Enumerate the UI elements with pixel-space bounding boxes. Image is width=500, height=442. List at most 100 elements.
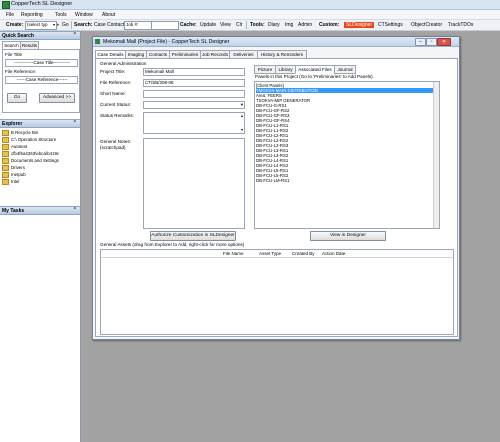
status-remarks-label: Status Remarks:: [100, 113, 134, 118]
cache-update-button[interactable]: Update: [200, 22, 216, 28]
menu-reporting[interactable]: Reporting: [21, 12, 43, 18]
scroll-down-icon[interactable]: ▾: [241, 127, 243, 133]
explorer-tree: B Recycle Bin C:\ Operation Structure Au…: [0, 128, 80, 204]
toolbar-divider: [71, 21, 72, 29]
explorer-item[interactable]: Intel: [2, 179, 19, 185]
current-status-label: Current Status:: [100, 102, 131, 107]
create-type-select[interactable]: (select typ ▾: [25, 21, 57, 30]
project-window: Mekomali Mall (Project File) - CopperTec…: [92, 36, 460, 340]
explorer-item[interactable]: Autotext: [2, 144, 27, 150]
tab-journal[interactable]: Journal: [334, 65, 356, 74]
my-tasks-title: My Tasks: [2, 208, 25, 214]
scroll-up-icon[interactable]: ▴: [241, 113, 243, 119]
close-button[interactable]: ✕: [437, 38, 451, 46]
menu-tools[interactable]: Tools: [55, 12, 67, 18]
panels-list[interactable]: [Client Panels] TMOXXX-MAIN DISTRIBUTION…: [254, 81, 440, 229]
explorer-item[interactable]: B Recycle Bin: [2, 130, 38, 136]
custom-objectcreator-button[interactable]: ObjectCreator: [411, 22, 442, 28]
tab-picture[interactable]: Picture: [254, 65, 276, 74]
explorer-item-label: Drivers: [11, 165, 25, 170]
folder-icon: [2, 130, 9, 136]
explorer-item-label: Autotext: [11, 144, 28, 149]
explorer-item[interactable]: Documents and Settings: [2, 158, 59, 164]
tools-admin-button[interactable]: Admin: [298, 22, 312, 28]
column-header[interactable]: Created By: [292, 251, 315, 256]
tab-associated-files[interactable]: Associated Files: [295, 65, 335, 74]
explorer-item[interactable]: C:\ Operation Structure: [2, 137, 56, 143]
tab-library[interactable]: Library: [275, 65, 296, 74]
explorer-item-label: Intel: [11, 179, 20, 184]
general-notes-label: General Notes: (scratchpad): [100, 139, 131, 150]
file-reference-label: File Reference:: [5, 69, 37, 74]
general-assets-caption: General Assets (drag from Explorer to Ad…: [100, 242, 245, 247]
menu-about[interactable]: About: [102, 12, 115, 18]
tools-diary-button[interactable]: Diary: [268, 22, 280, 28]
collapse-icon[interactable]: ⌃: [73, 32, 77, 38]
quick-search-panel: File Title -------------Case Title------…: [2, 49, 80, 113]
quick-search-go-button[interactable]: Go: [7, 93, 27, 103]
folder-icon: [2, 151, 9, 157]
explorer-item[interactable]: Drivers: [2, 165, 25, 171]
folder-icon: [2, 137, 9, 143]
explorer-item[interactable]: Inetpub: [2, 172, 26, 178]
create-label: Create:: [6, 22, 24, 28]
job-number-extra-input[interactable]: [151, 21, 179, 30]
explorer-item[interactable]: cfb4f6a4263\ebca\b419c: [2, 151, 59, 157]
menu-window[interactable]: Window: [75, 12, 93, 18]
cache-view-button[interactable]: View: [220, 22, 231, 28]
file-title-label: File Title: [5, 52, 23, 57]
view-in-designer-button[interactable]: View in Designer: [310, 231, 386, 241]
go-button[interactable]: Go: [62, 22, 69, 28]
list-scrollbar[interactable]: [433, 82, 439, 228]
collapse-icon[interactable]: ⌃: [73, 207, 77, 213]
project-title-label: Project Title:: [100, 69, 126, 74]
file-reference-input[interactable]: CT/SB/308-08: [143, 79, 245, 87]
custom-ctsettings-button[interactable]: CTSettings: [378, 22, 403, 28]
list-item[interactable]: DB-FCU-LM-RS1: [256, 178, 289, 183]
column-header[interactable]: Action Date: [322, 251, 345, 256]
app-title: CopperTech SL Designer: [11, 1, 73, 7]
quick-search-title: Quick Search: [2, 33, 34, 39]
project-title-input[interactable]: Mekomali Mall: [143, 68, 245, 76]
menu-file[interactable]: File: [6, 12, 14, 18]
minimize-button[interactable]: –: [415, 38, 426, 46]
tools-label: Tools:: [250, 22, 265, 28]
case-title-input[interactable]: -------------Case Title-----------: [5, 59, 78, 67]
file-reference-label: File Reference:: [100, 80, 132, 85]
status-remarks-textarea[interactable]: ▴ ▾: [143, 112, 245, 134]
custom-sldesigner-button[interactable]: SLDesigner: [344, 22, 375, 28]
advanced-search-button[interactable]: Advanced >>: [39, 93, 75, 103]
explorer-header[interactable]: Explorer ⌃: [0, 119, 80, 128]
list-item-selected[interactable]: TMOXXX-MAIN DISTRIBUTION: [256, 88, 436, 93]
current-status-select[interactable]: ▾: [143, 101, 245, 109]
job-number-placeholder: Job #:: [126, 22, 139, 27]
project-window-titlebar[interactable]: Mekomali Mall (Project File) - CopperTec…: [93, 37, 459, 47]
general-notes-textarea[interactable]: [143, 138, 245, 229]
custom-tracktodo-button[interactable]: TrackTDOs: [448, 22, 473, 28]
tools-img-button[interactable]: Img: [285, 22, 293, 28]
quick-search-header[interactable]: Quick Search ⌃: [0, 31, 80, 40]
folder-icon: [2, 144, 9, 150]
column-header[interactable]: Asset Type: [259, 251, 281, 256]
explorer-item-label: cfb4f6a4263\ebca\b419c: [11, 151, 60, 156]
case-reference-input[interactable]: ------Case Reference------: [5, 76, 78, 84]
column-header[interactable]: File Name: [223, 251, 244, 256]
app-titlebar: CopperTech SL Designer: [0, 0, 500, 10]
short-name-input[interactable]: [143, 90, 245, 98]
folder-icon: [2, 158, 9, 164]
menu-bar: File Reporting Tools Window About: [0, 10, 500, 20]
collapse-icon[interactable]: ⌃: [73, 120, 77, 126]
toolbar-divider: [246, 21, 247, 29]
assets-grid-header: File Name Asset Type Created By Action D…: [101, 250, 453, 258]
search-case-button[interactable]: Case: [94, 22, 106, 28]
maximize-button[interactable]: ▫: [426, 38, 437, 46]
window-logo-icon: [95, 39, 100, 44]
authorize-customization-button[interactable]: Authorize Customization in SLDesigner: [150, 231, 236, 241]
my-tasks-header[interactable]: My Tasks ⌃: [0, 206, 80, 215]
project-window-title: Mekomali Mall (Project File) - CopperTec…: [103, 38, 230, 45]
explorer-title: Explorer: [2, 121, 23, 127]
job-number-input[interactable]: Job #:: [124, 21, 152, 30]
search-contact-button[interactable]: Contact: [107, 22, 124, 28]
cache-clear-button[interactable]: Clr: [236, 22, 242, 28]
general-assets-grid[interactable]: File Name Asset Type Created By Action D…: [100, 249, 454, 335]
